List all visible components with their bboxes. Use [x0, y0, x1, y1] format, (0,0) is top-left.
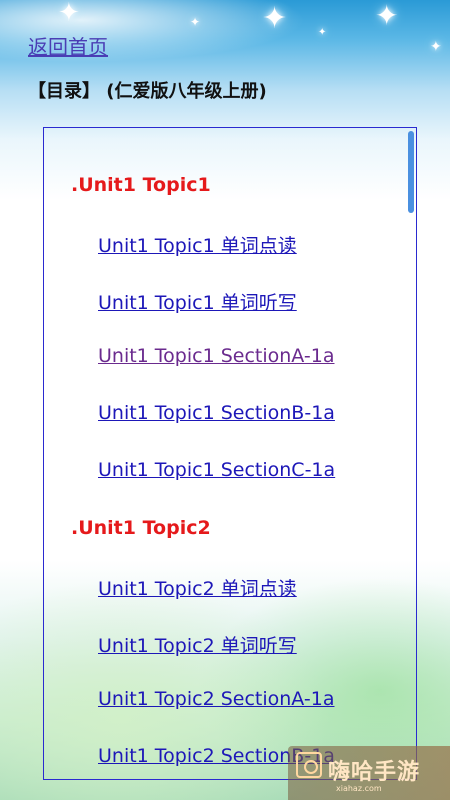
site-watermark: 嗨哈手游 xiahaz.com: [288, 746, 450, 800]
watermark-text: 嗨哈手游: [328, 759, 421, 785]
watermark-domain: xiahaz.com: [336, 784, 382, 793]
toc-link-topic2-dictation[interactable]: Unit1 Topic2 单词听写: [98, 631, 297, 658]
sparkle-decoration: ✦: [375, 0, 399, 32]
toc-link-topic1-word-reading[interactable]: Unit1 Topic1 单词点读: [98, 231, 297, 258]
toc-link-topic2-word-reading[interactable]: Unit1 Topic2 单词点读: [98, 574, 297, 601]
topic-heading: .Unit1 Topic1: [71, 174, 211, 196]
watermark-logo-icon: [296, 752, 322, 778]
toc-link-topic1-section-c[interactable]: Unit1 Topic1 SectionC-1a: [98, 459, 335, 481]
toc-link-topic1-section-a[interactable]: Unit1 Topic1 SectionA-1a: [98, 345, 334, 367]
topic-heading: .Unit1 Topic2: [71, 517, 211, 539]
toc-link-topic2-section-a[interactable]: Unit1 Topic2 SectionA-1a: [98, 688, 334, 710]
toc-link-topic1-section-b[interactable]: Unit1 Topic1 SectionB-1a: [98, 402, 335, 424]
sparkle-decoration: ✦: [58, 0, 80, 28]
sparkle-decoration: ✦: [262, 1, 288, 36]
back-to-home-link[interactable]: 返回首页: [28, 31, 108, 60]
toc-link-topic1-dictation[interactable]: Unit1 Topic1 单词听写: [98, 288, 297, 315]
sparkle-decoration: ✦: [190, 15, 201, 29]
vertical-scrollbar[interactable]: [406, 128, 416, 779]
sparkle-decoration: ✦: [318, 27, 327, 38]
page-title: 【目录】 (仁爱版八年级上册): [28, 81, 267, 102]
table-of-contents-panel[interactable]: .Unit1 Topic1 Unit1 Topic1 单词点读 Unit1 To…: [43, 127, 417, 780]
sparkle-decoration: ✦: [430, 39, 442, 55]
scrollbar-thumb[interactable]: [408, 131, 414, 213]
